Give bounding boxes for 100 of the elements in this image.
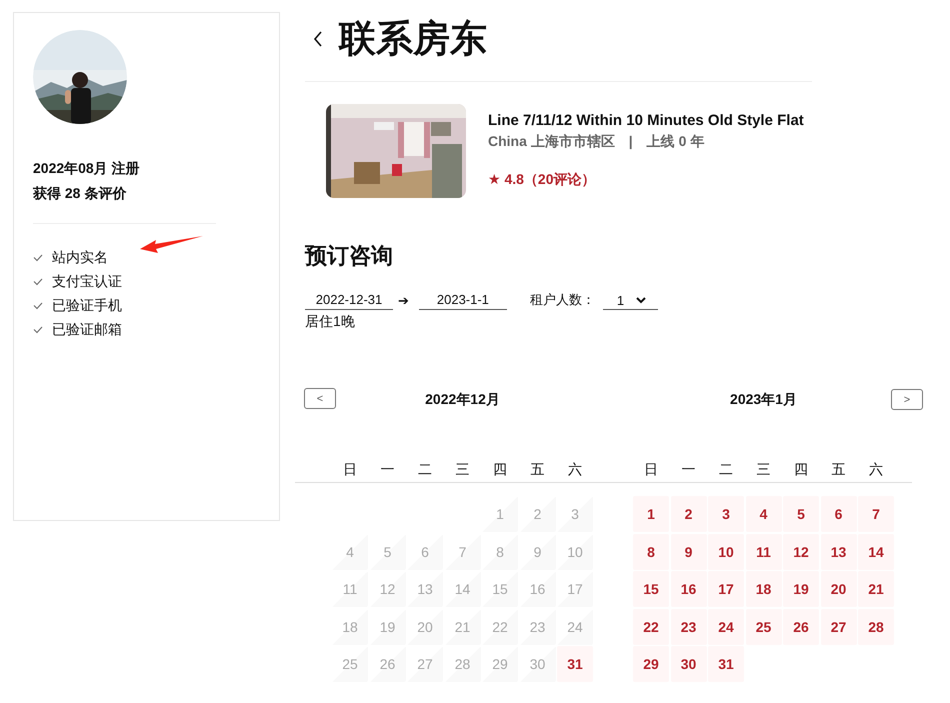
- calendar-day: 3: [557, 496, 593, 532]
- calendar-day[interactable]: 30: [670, 646, 706, 682]
- calendar-day: 16: [520, 571, 556, 607]
- back-icon[interactable]: [313, 30, 323, 46]
- review-count: 获得 28 条评价: [33, 184, 128, 203]
- calendar-day[interactable]: 5: [783, 496, 819, 532]
- calendar-day[interactable]: 8: [633, 534, 669, 570]
- weekday-label: 三: [454, 461, 470, 479]
- check-in-field[interactable]: 2022-12-31: [305, 290, 393, 310]
- calendar-day: 23: [520, 608, 556, 644]
- calendar-day[interactable]: 20: [820, 571, 856, 607]
- listing-title: Line 7/11/12 Within 10 Minutes Old Style Flat: [488, 111, 804, 131]
- calendar-day[interactable]: 17: [708, 571, 744, 607]
- calendar-day[interactable]: 3: [708, 496, 744, 532]
- calendar-day[interactable]: 14: [858, 534, 894, 570]
- arrow-annotation: [140, 235, 204, 255]
- check-out-field[interactable]: 2023-1-1: [418, 290, 507, 310]
- calendar-day[interactable]: 31: [557, 646, 593, 682]
- calendar-day[interactable]: 29: [633, 646, 669, 682]
- weekday-label: 一: [680, 461, 696, 479]
- calendar-day[interactable]: 21: [858, 571, 894, 607]
- calendar-day[interactable]: 1: [633, 496, 669, 532]
- calendar-day: 25: [332, 646, 368, 682]
- verification-label: 已验证邮箱: [52, 321, 122, 339]
- nights-text: 居住1晚: [305, 312, 356, 331]
- calendar-day: 29: [482, 646, 518, 682]
- calendar-day: 1: [482, 496, 518, 532]
- calendar-day: 21: [444, 608, 480, 644]
- calendar-day[interactable]: 22: [633, 608, 669, 644]
- calendar-day: 2: [520, 496, 556, 532]
- calendar-day: 22: [482, 608, 518, 644]
- calendar-day: 10: [557, 534, 593, 570]
- guests-label: 租户人数：: [530, 291, 595, 309]
- registration-date: 2022年08月 注册: [33, 159, 141, 178]
- calendar-day[interactable]: 23: [670, 608, 706, 644]
- next-month-button[interactable]: >: [891, 389, 923, 410]
- month-title: 2023年1月: [729, 391, 798, 409]
- calendar-day[interactable]: 19: [783, 571, 819, 607]
- weekday-label: 五: [830, 461, 846, 479]
- calendar-day[interactable]: 11: [746, 534, 782, 570]
- calendar-day: 20: [407, 608, 443, 644]
- weekday-label: 六: [567, 461, 583, 479]
- calendar-day[interactable]: 26: [783, 608, 819, 644]
- calendar-day[interactable]: 4: [746, 496, 782, 532]
- calendar-day[interactable]: 9: [670, 534, 706, 570]
- calendar-day[interactable]: 16: [670, 571, 706, 607]
- calendar-day: 13: [407, 571, 443, 607]
- guests-select[interactable]: 1: [602, 291, 658, 310]
- arrow-icon: ➔: [398, 293, 409, 309]
- calendar-day[interactable]: 25: [746, 608, 782, 644]
- weekday-label: 四: [492, 461, 508, 479]
- separator: |: [628, 132, 633, 151]
- weekday-label: 二: [718, 461, 734, 479]
- calendar-day: 24: [557, 608, 593, 644]
- weekday-label: 日: [342, 461, 358, 479]
- chevron-down-icon: [636, 296, 646, 304]
- previous-month-button[interactable]: <: [304, 388, 336, 409]
- month-title: 2022年12月: [424, 391, 501, 409]
- calendar-day[interactable]: 2: [670, 496, 706, 532]
- calendar-day: 7: [444, 534, 480, 570]
- calendar-day[interactable]: 12: [783, 534, 819, 570]
- calendar-day[interactable]: 15: [633, 571, 669, 607]
- calendar-day: 5: [370, 534, 406, 570]
- calendar-day: 4: [332, 534, 368, 570]
- weekday-label: 五: [530, 461, 546, 479]
- calendar-day: 14: [444, 571, 480, 607]
- calendar-day: 6: [407, 534, 443, 570]
- calendar-day: 28: [444, 646, 480, 682]
- calendar-day: 19: [370, 608, 406, 644]
- calendar-day: 15: [482, 571, 518, 607]
- calendar-day[interactable]: 13: [820, 534, 856, 570]
- listing-age: 上线 0 年: [646, 132, 704, 151]
- calendar-day[interactable]: 24: [708, 608, 744, 644]
- calendar-day[interactable]: 27: [820, 608, 856, 644]
- weekday-label: 四: [793, 461, 809, 479]
- calendar-day: 12: [370, 571, 406, 607]
- calendar-day: 26: [370, 646, 406, 682]
- rating-text: ★ 4.8（20评论）: [488, 171, 596, 189]
- verification-label: 支付宝认证: [52, 273, 122, 291]
- page-title: 联系房东: [339, 16, 487, 60]
- calendar-day: 30: [520, 646, 556, 682]
- calendar-day[interactable]: 7: [858, 496, 894, 532]
- calendar-day[interactable]: 10: [708, 534, 744, 570]
- calendar-day: 8: [482, 534, 518, 570]
- calendar-day: 17: [557, 571, 593, 607]
- weekday-label: 六: [868, 461, 884, 479]
- section-heading: 预订咨询: [305, 242, 394, 270]
- verification-label: 已验证手机: [52, 297, 122, 315]
- calendar-day: 11: [332, 571, 368, 607]
- calendar-day[interactable]: 31: [708, 646, 744, 682]
- calendar-day: 9: [520, 534, 556, 570]
- calendar-day: 27: [407, 646, 443, 682]
- calendar-day[interactable]: 18: [746, 571, 782, 607]
- verification-label: 站内实名: [52, 249, 108, 267]
- listing-location: China 上海市市辖区: [488, 132, 615, 151]
- weekday-label: 二: [417, 461, 433, 479]
- calendar-day[interactable]: 28: [858, 608, 894, 644]
- weekday-label: 日: [643, 461, 659, 479]
- weekday-label: 三: [756, 461, 772, 479]
- calendar-day[interactable]: 6: [820, 496, 856, 532]
